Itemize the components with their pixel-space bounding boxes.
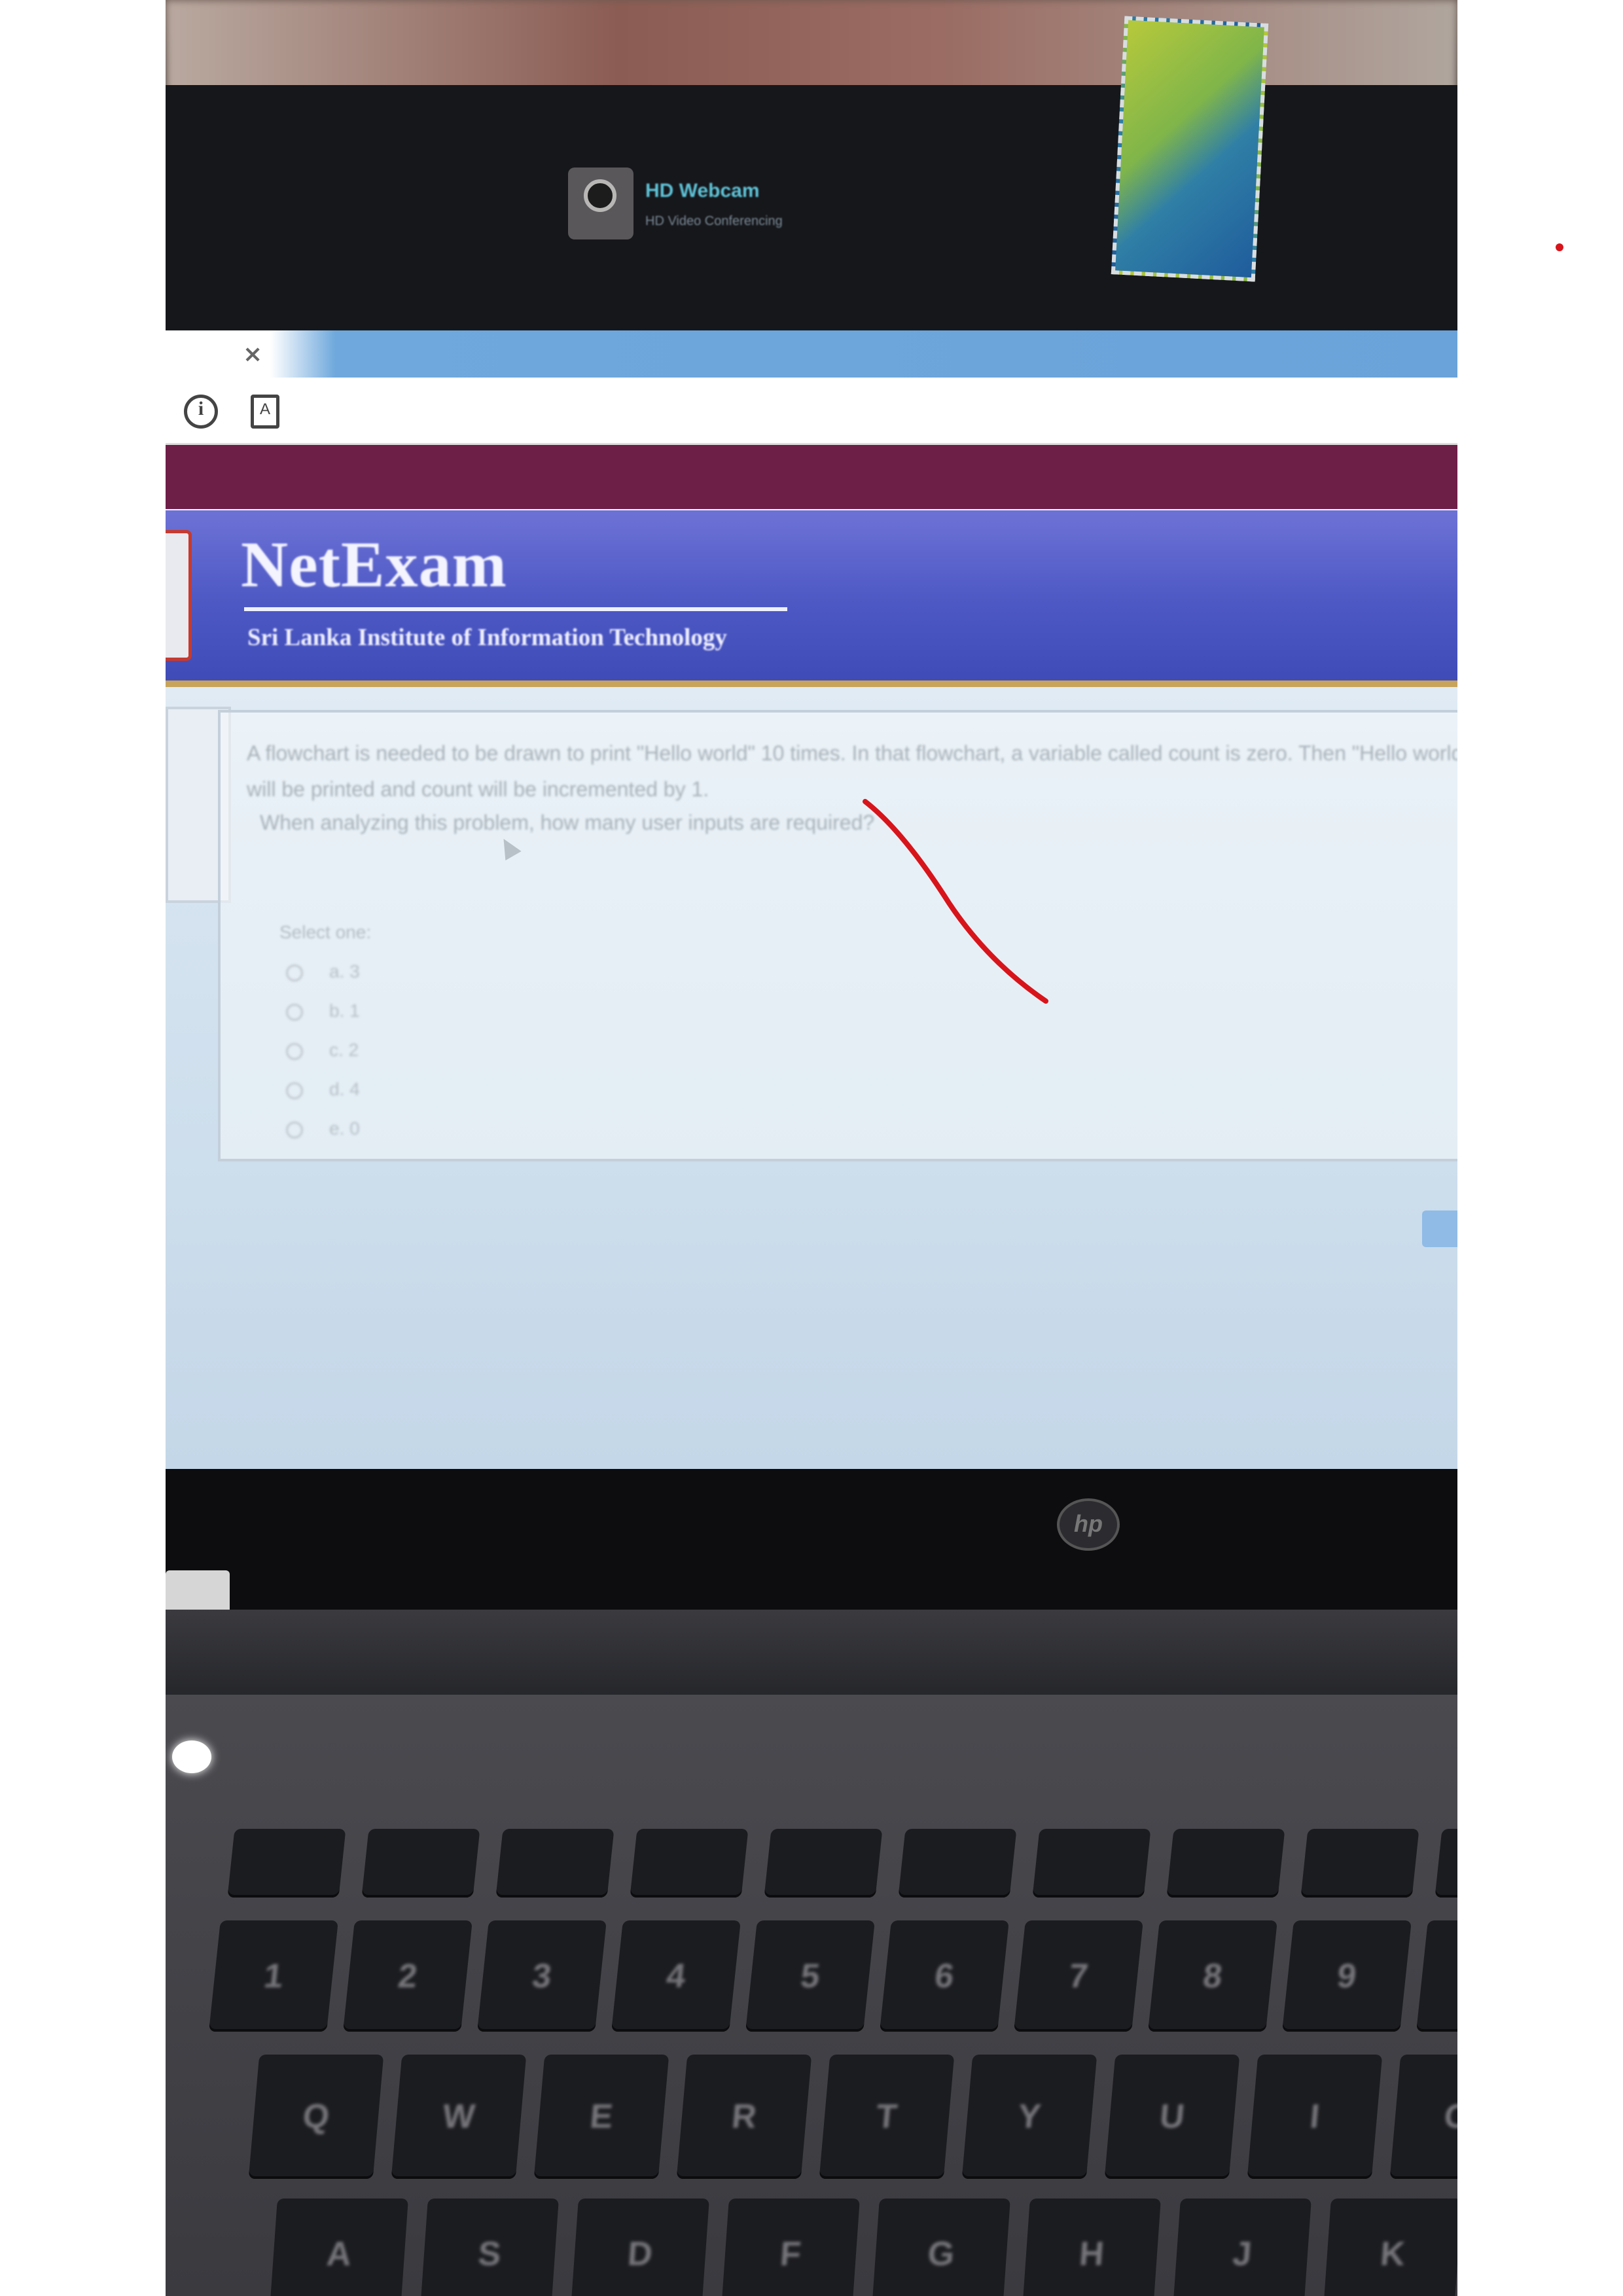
annotation-layer — [863, 243, 1563, 1004]
red-annotation-stroke — [863, 799, 1048, 1004]
red-annotation-dot — [1556, 243, 1563, 251]
